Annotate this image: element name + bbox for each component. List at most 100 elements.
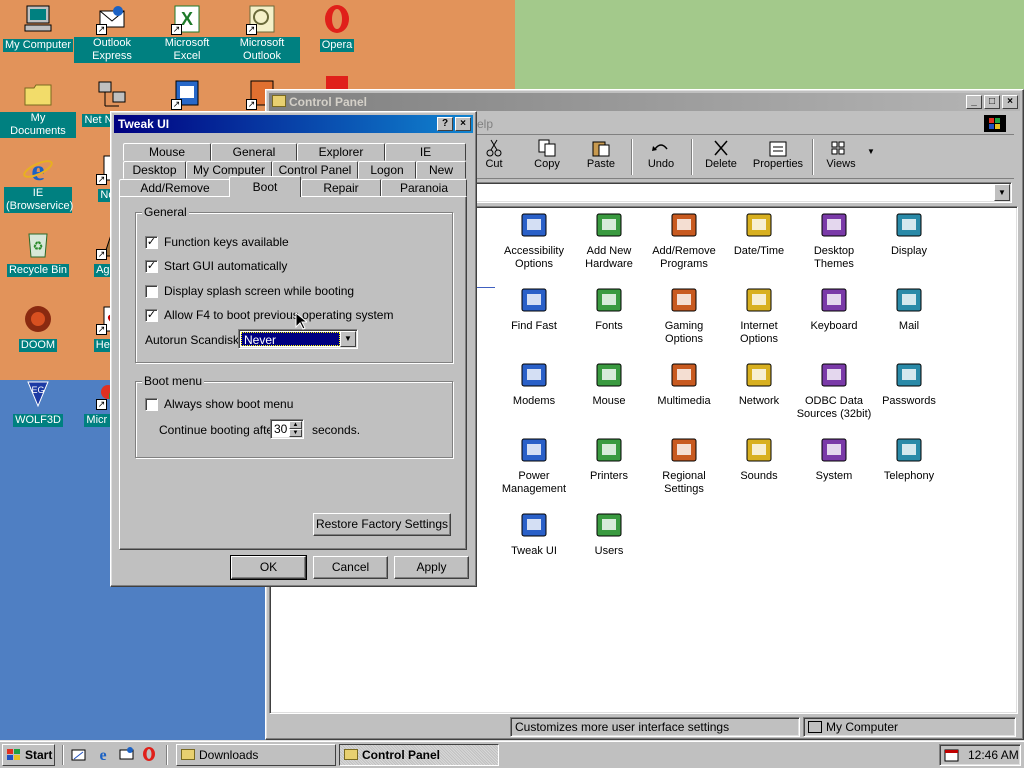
apply-button[interactable]: Apply <box>394 556 469 579</box>
cp-item-icon <box>743 285 775 317</box>
desktop-icon-outlook-express[interactable]: ↗ Outlook Express <box>74 3 150 63</box>
checkbox-box[interactable]: ✓ <box>145 236 158 249</box>
start-button[interactable]: Start <box>2 744 55 766</box>
spinner-down-icon[interactable]: ▼ <box>289 429 302 437</box>
cp-item-regional-settings[interactable]: Regional Settings <box>646 435 722 496</box>
checkbox-box[interactable]: ✓ <box>145 309 158 322</box>
cp-item-modems[interactable]: Modems <box>496 360 572 408</box>
desktop: My Computer ↗ Outlook Express X ↗ Micros… <box>0 0 1024 740</box>
tab-add-remove[interactable]: Add/Remove <box>119 179 231 197</box>
opera-icon <box>321 3 353 35</box>
scheduler-icon[interactable] <box>944 748 960 762</box>
cp-item-mail[interactable]: Mail <box>871 285 947 333</box>
desktop-icon-outlook[interactable]: ↗ Microsoft Outlook <box>224 3 300 63</box>
cp-item-date-time[interactable]: Date/Time <box>721 210 797 258</box>
delete-button[interactable]: Delete <box>694 137 748 175</box>
cp-item-network[interactable]: Network <box>721 360 797 408</box>
show-desktop-icon[interactable] <box>71 747 87 763</box>
undo-button[interactable]: Undo <box>634 137 688 175</box>
task-downloads[interactable]: Downloads <box>176 744 336 766</box>
chevron-down-icon[interactable]: ▼ <box>340 331 356 347</box>
tab-logon[interactable]: Logon <box>358 161 416 179</box>
cp-item-keyboard[interactable]: Keyboard <box>796 285 872 333</box>
views-button[interactable]: Views <box>814 137 868 175</box>
cp-item-printers[interactable]: Printers <box>571 435 647 483</box>
cp-item-icon <box>668 285 700 317</box>
desktop-icon-unknown[interactable]: ↗ <box>149 78 225 112</box>
desktop-icon-doom[interactable]: DOOM <box>0 303 76 352</box>
folder-icon <box>181 749 195 760</box>
cp-item-passwords[interactable]: Passwords <box>871 360 947 408</box>
desktop-icon-ie[interactable]: e IE (Browservice) <box>0 153 76 213</box>
cp-item-gaming-options[interactable]: Gaming Options <box>646 285 722 346</box>
start-label: Start <box>25 748 53 762</box>
cp-item-fonts[interactable]: Fonts <box>571 285 647 333</box>
tab-desktop[interactable]: Desktop <box>123 161 186 179</box>
cp-item-tweak-ui[interactable]: Tweak UI <box>496 510 572 558</box>
cp-item-odbc-data-sources-32bit[interactable]: ODBC Data Sources (32bit) <box>796 360 872 421</box>
desktop-icon-opera[interactable]: Opera <box>299 3 375 52</box>
menu-help[interactable]: elp <box>477 117 493 131</box>
help-button[interactable]: ? <box>437 117 453 131</box>
cp-item-telephony[interactable]: Telephony <box>871 435 947 483</box>
chevron-down-icon[interactable]: ▼ <box>867 147 875 156</box>
copy-button[interactable]: Copy <box>520 137 574 175</box>
cp-item-icon <box>743 360 775 392</box>
desktop-icon-wolf3d[interactable]: EG WOLF3D <box>0 378 76 427</box>
tab-new[interactable]: New <box>416 161 466 179</box>
cp-item-mouse[interactable]: Mouse <box>571 360 647 408</box>
desktop-icon-recycle-bin[interactable]: ♻ Recycle Bin <box>0 228 76 277</box>
address-dropdown-icon[interactable]: ▼ <box>994 184 1010 201</box>
paste-button[interactable]: Paste <box>574 137 628 175</box>
close-button[interactable]: × <box>1002 95 1018 109</box>
cp-item-label: Regional Settings <box>662 470 706 495</box>
opera-icon[interactable] <box>141 746 157 762</box>
tab-boot[interactable]: Boot <box>229 176 301 197</box>
autorun-scandisk-select[interactable]: Never ▼ <box>238 329 358 349</box>
cp-item-add-new-hardware[interactable]: Add New Hardware <box>571 210 647 271</box>
cp-item-sounds[interactable]: Sounds <box>721 435 797 483</box>
desktop-icon-my-documents[interactable]: My Documents <box>0 78 76 138</box>
cp-item-power-management[interactable]: Power Management <box>496 435 572 496</box>
maximize-button[interactable]: □ <box>984 95 1000 109</box>
tweak-ui-titlebar[interactable]: Tweak UI ? × <box>114 115 473 133</box>
clock[interactable]: 12:46 AM <box>968 748 1019 762</box>
tab-general[interactable]: General <box>211 143 297 161</box>
spinner-up-icon[interactable]: ▲ <box>289 421 302 429</box>
ok-button[interactable]: OK <box>230 555 307 580</box>
control-panel-titlebar[interactable]: Control Panel _ □ × <box>269 93 1020 111</box>
internet-explorer-icon[interactable]: e <box>95 746 111 764</box>
task-control-panel[interactable]: Control Panel <box>339 744 499 766</box>
cp-item-icon <box>893 435 925 467</box>
cancel-button[interactable]: Cancel <box>313 556 388 579</box>
cp-item-internet-options[interactable]: Internet Options <box>721 285 797 346</box>
properties-button[interactable]: Properties <box>748 137 808 175</box>
continue-booting-spinner[interactable]: 30 ▲ ▼ <box>270 419 304 439</box>
close-button[interactable]: × <box>455 117 471 131</box>
cp-item-label: Modems <box>512 395 556 407</box>
cp-item-label: Mail <box>898 320 920 332</box>
desktop-icon-excel[interactable]: X ↗ Microsoft Excel <box>149 3 225 63</box>
splash-screen-label: Display splash screen while booting <box>164 284 355 298</box>
cp-item-display[interactable]: Display <box>871 210 947 258</box>
cp-item-find-fast[interactable]: Find Fast <box>496 285 572 333</box>
cp-item-accessibility-options[interactable]: Accessibility Options <box>496 210 572 271</box>
cp-item-multimedia[interactable]: Multimedia <box>646 360 722 408</box>
checkbox-box[interactable]: ✓ <box>145 260 158 273</box>
cp-item-system[interactable]: System <box>796 435 872 483</box>
cp-item-add-remove-programs[interactable]: Add/Remove Programs <box>646 210 722 271</box>
tab-ie[interactable]: IE <box>385 143 466 161</box>
minimize-button[interactable]: _ <box>966 95 982 109</box>
checkbox-box[interactable] <box>145 285 158 298</box>
cp-item-users[interactable]: Users <box>571 510 647 558</box>
tab-explorer[interactable]: Explorer <box>297 143 385 161</box>
outlook-express-icon[interactable] <box>119 746 135 762</box>
cp-item-desktop-themes[interactable]: Desktop Themes <box>796 210 872 271</box>
checkbox-box[interactable] <box>145 398 158 411</box>
restore-factory-settings-button[interactable]: Restore Factory Settings <box>313 513 451 536</box>
address-input[interactable]: ▼ <box>469 182 1012 203</box>
tab-mouse[interactable]: Mouse <box>123 143 211 161</box>
desktop-icon-my-computer[interactable]: My Computer <box>0 3 76 52</box>
tab-repair[interactable]: Repair <box>301 179 381 197</box>
tab-paranoia[interactable]: Paranoia <box>381 179 467 197</box>
